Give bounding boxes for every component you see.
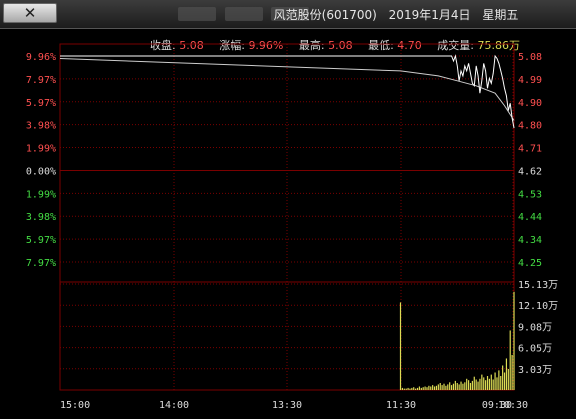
percent-tick-label: 1.99%	[26, 144, 56, 155]
percent-tick-label: 0.00%	[26, 166, 56, 177]
price-tick-label: 4.44	[518, 212, 542, 223]
volume-tick-label: 15.13万	[518, 280, 558, 291]
volume-tick-label: 6.05万	[518, 344, 552, 355]
time-tick-label: 13:30	[272, 400, 302, 411]
price-tick-label: 5.08	[518, 52, 542, 63]
title-bar: ✕ 风范股份(601700) 2019年1月4日 星期五	[0, 0, 576, 29]
price-tick-label: 4.80	[518, 121, 542, 132]
volume-tick-label: 12.10万	[518, 301, 558, 312]
intraday-chart: 5.08 9.96% 4.99 7.97% 4.90 5.97% 4.80 3.98% 4.71…	[26, 43, 558, 411]
tab-1[interactable]	[178, 7, 216, 21]
price-tick-label: 4.34	[518, 235, 542, 246]
price-tick-label: 4.99	[518, 75, 542, 86]
percent-tick-label: 7.97%	[26, 258, 56, 269]
time-tick-label: 09:30	[482, 400, 512, 411]
time-tick-label: 14:00	[159, 400, 189, 411]
percent-tick-label: 7.97%	[26, 75, 56, 86]
trade-date: 2019年1月4日	[388, 8, 471, 22]
percent-tick-label: 9.96%	[26, 52, 56, 63]
percent-tick-label: 3.98%	[26, 212, 56, 223]
percent-tick-label: 1.99%	[26, 189, 56, 200]
stock-name: 风范股份(601700)	[273, 8, 377, 22]
price-tick-label: 4.90	[518, 98, 542, 109]
time-tick-label: 11:30	[386, 400, 416, 411]
volume-tick-label: 3.03万	[518, 365, 552, 376]
percent-tick-label: 5.97%	[26, 235, 56, 246]
trade-weekday: 星期五	[482, 8, 519, 22]
price-tick-label: 4.62	[518, 166, 542, 177]
window-title: 风范股份(601700) 2019年1月4日 星期五	[220, 6, 572, 23]
price-tick-label: 4.53	[518, 189, 542, 200]
price-tick-label: 4.25	[518, 258, 542, 269]
close-button[interactable]: ✕	[3, 3, 57, 23]
percent-tick-label: 5.97%	[26, 98, 56, 109]
volume-tick-label: 9.08万	[518, 322, 552, 333]
percent-tick-label: 3.98%	[26, 121, 56, 132]
price-tick-label: 4.71	[518, 144, 542, 155]
time-tick-label: 15:00	[60, 400, 90, 411]
